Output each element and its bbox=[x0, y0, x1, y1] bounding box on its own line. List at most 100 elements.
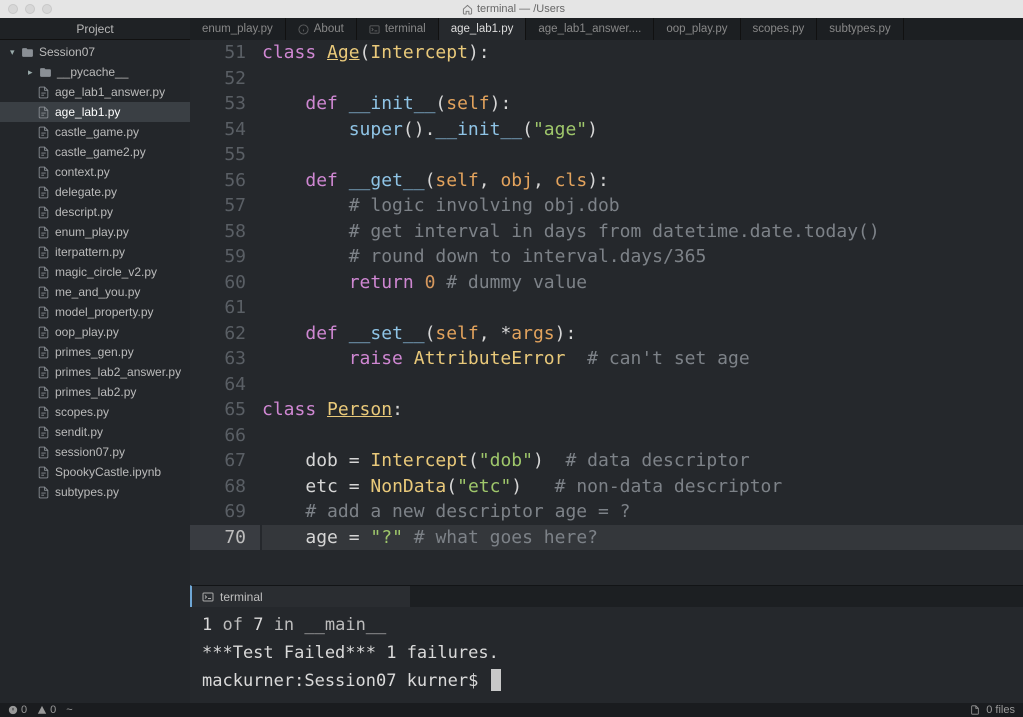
editor-tab[interactable]: subtypes.py bbox=[817, 18, 903, 40]
file-icon bbox=[36, 305, 50, 319]
tab-label: oop_play.py bbox=[666, 23, 727, 35]
code-line[interactable]: etc = NonData("etc") # non-data descript… bbox=[262, 474, 1023, 500]
tree-root[interactable]: ▾ Session07 bbox=[0, 42, 190, 62]
term-fail: ***Test Failed*** 1 failures. bbox=[202, 639, 1013, 667]
file-icon bbox=[36, 165, 50, 179]
editor-area: enum_play.pyAboutterminalage_lab1.pyage_… bbox=[190, 18, 1023, 703]
code-line[interactable]: return 0 # dummy value bbox=[262, 270, 1023, 296]
file-icon bbox=[36, 425, 50, 439]
code-line[interactable] bbox=[262, 372, 1023, 398]
tree-file-label: SpookyCastle.ipynb bbox=[55, 465, 161, 479]
tree-file[interactable]: magic_circle_v2.py bbox=[0, 262, 190, 282]
warning-icon bbox=[37, 705, 47, 715]
tree-file[interactable]: session07.py bbox=[0, 442, 190, 462]
code-line[interactable]: age = "?" # what goes here? bbox=[262, 525, 1023, 551]
editor-tab[interactable]: scopes.py bbox=[741, 18, 818, 40]
terminal-tab[interactable]: terminal bbox=[192, 586, 410, 607]
tree-file-label: session07.py bbox=[55, 445, 125, 459]
status-warnings-count: 0 bbox=[50, 704, 56, 716]
tree-file[interactable]: primes_gen.py bbox=[0, 342, 190, 362]
tab-label: age_lab1.py bbox=[451, 23, 514, 35]
tree-file[interactable]: oop_play.py bbox=[0, 322, 190, 342]
tree-file[interactable]: context.py bbox=[0, 162, 190, 182]
editor-tab[interactable]: age_lab1_answer.... bbox=[526, 18, 654, 40]
tree-file-label: descript.py bbox=[55, 205, 113, 219]
close-icon[interactable] bbox=[8, 4, 18, 14]
tree-file[interactable]: primes_lab2.py bbox=[0, 382, 190, 402]
editor-tab[interactable]: age_lab1.py bbox=[439, 18, 527, 40]
editor-tab[interactable]: oop_play.py bbox=[654, 18, 740, 40]
code-line[interactable] bbox=[262, 66, 1023, 92]
tree-file[interactable]: delegate.py bbox=[0, 182, 190, 202]
chevron-right-icon[interactable]: ▸ bbox=[28, 67, 38, 78]
editor-tabs[interactable]: enum_play.py Aboutterminal age_lab1.py age_… bbox=[190, 18, 1023, 40]
minimize-icon[interactable] bbox=[25, 4, 35, 14]
status-errors-count: 0 bbox=[21, 704, 27, 716]
traffic-lights[interactable] bbox=[8, 4, 52, 14]
file-icon bbox=[970, 705, 980, 715]
code-line[interactable]: def __get__(self, obj, cls): bbox=[262, 168, 1023, 194]
tree-file[interactable]: castle_game.py bbox=[0, 122, 190, 142]
file-icon bbox=[36, 105, 50, 119]
editor-tab[interactable]: terminal bbox=[357, 18, 439, 40]
code-line[interactable]: dob = Intercept("dob") # data descriptor bbox=[262, 448, 1023, 474]
file-icon bbox=[36, 445, 50, 459]
code-line[interactable]: # get interval in days from datetime.dat… bbox=[262, 219, 1023, 245]
editor-tab[interactable]: enum_play.py bbox=[190, 18, 286, 40]
window-title: terminal — /Users bbox=[477, 3, 565, 15]
tree-file[interactable]: me_and_you.py bbox=[0, 282, 190, 302]
file-icon bbox=[36, 385, 50, 399]
tree-file[interactable]: iterpattern.py bbox=[0, 242, 190, 262]
code-content[interactable]: class Age(Intercept): def __init__(self)… bbox=[260, 40, 1023, 585]
tree-file[interactable]: age_lab1.py bbox=[0, 102, 190, 122]
chevron-down-icon[interactable]: ▾ bbox=[10, 47, 20, 58]
code-line[interactable]: raise AttributeError # can't set age bbox=[262, 346, 1023, 372]
tree-file[interactable]: subtypes.py bbox=[0, 482, 190, 502]
tree-file[interactable]: castle_game2.py bbox=[0, 142, 190, 162]
tree-file[interactable]: descript.py bbox=[0, 202, 190, 222]
status-files: 0 files bbox=[986, 704, 1015, 716]
tree-file[interactable]: model_property.py bbox=[0, 302, 190, 322]
code-line[interactable]: def __set__(self, *args): bbox=[262, 321, 1023, 347]
code-line[interactable] bbox=[262, 423, 1023, 449]
zoom-icon[interactable] bbox=[42, 4, 52, 14]
tree-file[interactable]: enum_play.py bbox=[0, 222, 190, 242]
tree-file[interactable]: age_lab1_answer.py bbox=[0, 82, 190, 102]
tab-label: scopes.py bbox=[753, 23, 805, 35]
tree-file-label: enum_play.py bbox=[55, 225, 129, 239]
file-icon bbox=[36, 245, 50, 259]
tree-folder-pycache[interactable]: ▸ __pycache__ bbox=[0, 62, 190, 82]
code-line[interactable]: # logic involving obj.dob bbox=[262, 193, 1023, 219]
tab-label: enum_play.py bbox=[202, 23, 273, 35]
folder-icon bbox=[38, 65, 52, 79]
file-icon bbox=[36, 85, 50, 99]
editor-tab[interactable]: About bbox=[286, 18, 357, 40]
code-line[interactable]: class Age(Intercept): bbox=[262, 40, 1023, 66]
code-line[interactable]: super().__init__("age") bbox=[262, 117, 1023, 143]
terminal-cursor[interactable] bbox=[491, 669, 501, 691]
info-icon bbox=[298, 24, 309, 35]
tree-file-label: sendit.py bbox=[55, 425, 103, 439]
status-errors[interactable]: 0 bbox=[8, 704, 27, 716]
status-warnings[interactable]: 0 bbox=[37, 704, 56, 716]
code-line[interactable]: # round down to interval.days/365 bbox=[262, 244, 1023, 270]
file-icon bbox=[36, 465, 50, 479]
tree-file[interactable]: primes_lab2_answer.py bbox=[0, 362, 190, 382]
terminal-tab-label: terminal bbox=[220, 590, 263, 604]
tree-file[interactable]: SpookyCastle.ipynb bbox=[0, 462, 190, 482]
code-editor[interactable]: 5152535455565758596061626364656667686970… bbox=[190, 40, 1023, 585]
file-icon bbox=[36, 125, 50, 139]
tree-file[interactable]: scopes.py bbox=[0, 402, 190, 422]
code-line[interactable]: # add a new descriptor age = ? bbox=[262, 499, 1023, 525]
terminal-tabs[interactable]: terminal bbox=[190, 585, 1023, 607]
tree-file-label: model_property.py bbox=[55, 305, 154, 319]
tree-file[interactable]: sendit.py bbox=[0, 422, 190, 442]
code-line[interactable]: def __init__(self): bbox=[262, 91, 1023, 117]
code-line[interactable] bbox=[262, 295, 1023, 321]
file-icon bbox=[36, 185, 50, 199]
terminal-output[interactable]: 1 of 7 in __main__ ***Test Failed*** 1 f… bbox=[190, 607, 1023, 703]
code-line[interactable]: class Person: bbox=[262, 397, 1023, 423]
code-line[interactable] bbox=[262, 142, 1023, 168]
file-icon bbox=[36, 285, 50, 299]
file-tree[interactable]: ▾ Session07 ▸ __pycache__ age_lab1_answe… bbox=[0, 40, 190, 703]
